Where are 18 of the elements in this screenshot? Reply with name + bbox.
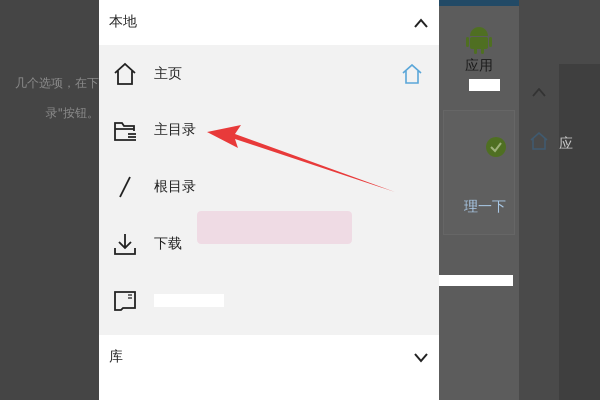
card-text: 理一下 (464, 198, 506, 217)
chevron-down-icon[interactable] (413, 352, 429, 362)
app-label: 应 (559, 135, 574, 154)
home-icon (112, 61, 138, 88)
download-icon (112, 231, 138, 258)
drawer-item[interactable]: 主目录 (99, 102, 439, 160)
android-robot-icon (466, 24, 492, 54)
background-text: 几个选项，在下 (15, 75, 99, 92)
drawer-item[interactable]: 下载 (99, 216, 439, 272)
home-icon (529, 131, 549, 151)
chevron-up-icon (532, 88, 546, 97)
app-label: 应用 (465, 57, 493, 76)
redaction-block (468, 79, 500, 91)
chevron-up-icon[interactable] (413, 18, 429, 28)
background-text: 录"按钮。 (45, 105, 99, 122)
check-circle-icon (486, 137, 506, 157)
drawer-item[interactable]: 主页 (99, 46, 439, 103)
drawer-item[interactable]: 根目录 (99, 159, 439, 216)
